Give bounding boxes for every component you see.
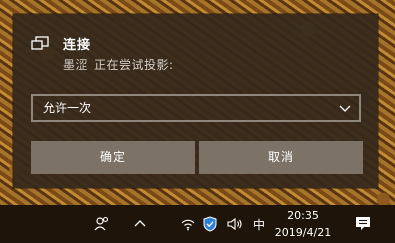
input-method-indicator[interactable]: 中 bbox=[250, 205, 268, 243]
device-name: 墨涩 bbox=[63, 58, 89, 72]
project-icon bbox=[31, 36, 49, 50]
clock[interactable]: 20:35 2019/4/21 bbox=[270, 207, 336, 241]
action-center-icon bbox=[356, 217, 370, 230]
wifi-icon bbox=[181, 219, 195, 231]
notification-title: 连接 bbox=[63, 38, 92, 53]
notification-message: 墨涩 正在尝试投影: bbox=[63, 56, 174, 73]
shield-icon bbox=[203, 216, 217, 232]
message-text: 正在尝试投影: bbox=[94, 58, 174, 72]
defender-button[interactable] bbox=[200, 205, 220, 243]
volume-icon bbox=[227, 217, 242, 231]
taskbar: 中 20:35 2019/4/21 bbox=[0, 205, 395, 243]
connect-notification: 连接 墨涩 正在尝试投影: 允许一次 确定 取消 bbox=[13, 14, 378, 188]
permission-select[interactable]: 允许一次 bbox=[31, 94, 361, 122]
chevron-up-icon bbox=[134, 220, 146, 227]
people-icon bbox=[94, 216, 109, 231]
people-button[interactable] bbox=[90, 205, 114, 243]
chevron-down-icon bbox=[339, 105, 351, 112]
show-hidden-icons-button[interactable] bbox=[128, 205, 152, 243]
network-button[interactable] bbox=[178, 205, 198, 243]
cancel-button[interactable]: 取消 bbox=[199, 141, 363, 174]
action-center-button[interactable] bbox=[350, 205, 376, 243]
volume-button[interactable] bbox=[224, 205, 246, 243]
ok-button[interactable]: 确定 bbox=[31, 141, 195, 174]
permission-select-value: 允许一次 bbox=[43, 101, 92, 115]
clock-date: 2019/4/21 bbox=[274, 226, 332, 239]
clock-time: 20:35 bbox=[287, 209, 319, 222]
